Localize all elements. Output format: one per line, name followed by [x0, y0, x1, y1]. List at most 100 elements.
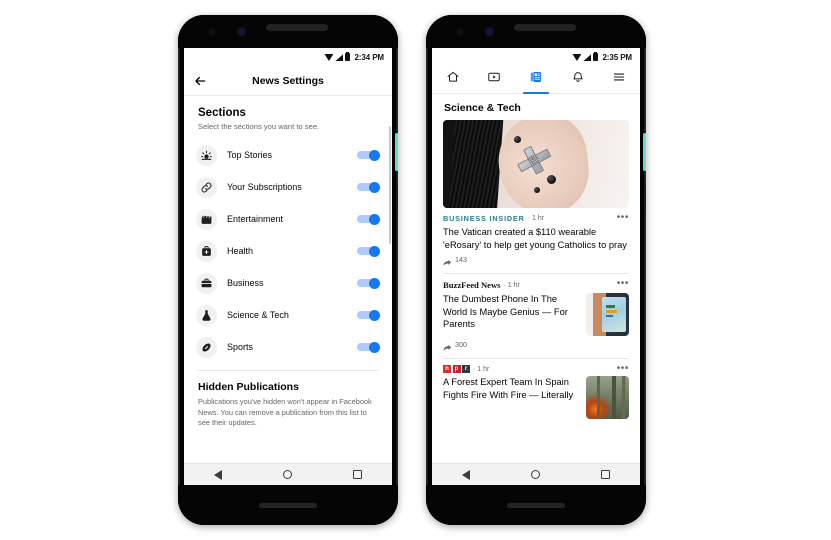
volume-button[interactable]	[396, 185, 398, 211]
top-stories-icon	[196, 144, 217, 166]
hero-sleeve	[448, 120, 505, 208]
news-feed[interactable]: BUSINESS INSIDER · 1 hr ••• The Vatican …	[432, 120, 640, 463]
more-options-icon[interactable]: •••	[617, 213, 629, 223]
section-toggle-top-stories[interactable]	[357, 149, 380, 161]
section-row-health[interactable]: Health	[184, 235, 392, 267]
power-button[interactable]	[395, 133, 398, 171]
power-button[interactable]	[643, 133, 646, 171]
section-row-sports[interactable]: Sports	[184, 331, 392, 363]
home-circle-icon[interactable]	[282, 470, 292, 479]
npr-letter-r: r	[462, 365, 470, 374]
section-row-business[interactable]: Business	[184, 267, 392, 299]
more-options-icon[interactable]: •••	[617, 364, 629, 374]
hamburger-icon	[612, 70, 626, 89]
sensor-icon	[210, 30, 214, 34]
section-row-top-stories[interactable]: Top Stories	[184, 139, 392, 171]
sections-header: Sections Select the sections you want to…	[184, 96, 392, 133]
section-toggle-sports[interactable]	[357, 341, 380, 353]
status-icons	[572, 51, 599, 61]
home-circle-icon[interactable]	[530, 470, 540, 479]
article-thumbnail[interactable]	[586, 376, 629, 420]
phone-left-screen: 2:34 PM News Settings Sections Select th…	[184, 48, 392, 485]
article-time: · 1 hr	[473, 365, 490, 373]
section-label: Health	[227, 246, 254, 256]
article-card[interactable]: n p r · 1 hr ••• A Forest Expert Team In…	[432, 359, 640, 424]
toggle-knob	[369, 149, 380, 161]
flask-icon	[196, 304, 217, 326]
bell-icon	[571, 70, 585, 89]
section-row-entertainment[interactable]: Entertainment	[184, 203, 392, 235]
article-card[interactable]: BuzzFeed News · 1 hr ••• The Dumbest Pho…	[432, 274, 640, 354]
sections-list: Top Stories Your Subscriptions Entertain…	[184, 133, 392, 363]
front-camera-icon	[486, 28, 493, 35]
article-title[interactable]: The Vatican created a $110 wearable 'eRo…	[443, 226, 629, 251]
wifi-icon	[572, 54, 582, 61]
front-camera-icon	[238, 28, 245, 35]
toggle-knob	[369, 277, 380, 289]
section-toggle-your-subscriptions[interactable]	[357, 181, 380, 193]
share-count: 300	[455, 340, 467, 350]
article-meta: BuzzFeed News · 1 hr •••	[443, 279, 629, 291]
sections-subtitle: Select the sections you want to see.	[198, 122, 320, 131]
home-tab[interactable]	[432, 66, 474, 93]
article-title[interactable]: The Dumbest Phone In The World Is Maybe …	[443, 293, 579, 331]
sensor-icon	[458, 30, 462, 34]
article-hero-image[interactable]	[443, 120, 629, 208]
section-toggle-business[interactable]	[357, 277, 380, 289]
earpiece-speaker	[514, 24, 576, 31]
back-triangle-icon[interactable]	[214, 469, 223, 480]
section-label: Science & Tech	[227, 310, 289, 320]
article-source[interactable]: n p r	[443, 365, 470, 374]
article-title[interactable]: A Forest Expert Team In Spain Fights Fir…	[443, 376, 579, 401]
section-row-science-tech[interactable]: Science & Tech	[184, 299, 392, 331]
notifications-tab[interactable]	[557, 66, 599, 93]
article-shares: 300	[443, 340, 629, 351]
watch-tab[interactable]	[474, 66, 516, 93]
signal-icon	[335, 54, 344, 61]
hero-bead	[547, 174, 557, 184]
article-row: The Vatican created a $110 wearable 'eRo…	[443, 223, 629, 251]
section-toggle-entertainment[interactable]	[357, 213, 380, 225]
football-icon	[196, 336, 217, 358]
article-thumbnail[interactable]	[586, 293, 629, 337]
news-tab[interactable]	[515, 66, 557, 94]
phone-bottom-bezel	[178, 485, 398, 525]
hero-bead	[534, 186, 541, 193]
scrollbar[interactable]	[388, 126, 391, 244]
android-nav-bar	[432, 463, 640, 485]
phone-top-bezel	[178, 15, 398, 48]
thumbnail-screen-text	[606, 305, 622, 318]
volume-button[interactable]	[644, 185, 646, 211]
share-icon	[443, 340, 452, 351]
article-card[interactable]: BUSINESS INSIDER · 1 hr ••• The Vatican …	[432, 208, 640, 269]
briefcase-icon	[196, 272, 217, 294]
medical-bag-icon	[196, 240, 217, 262]
section-row-your-subscriptions[interactable]: Your Subscriptions	[184, 171, 392, 203]
video-icon	[487, 70, 501, 89]
active-tab-indicator	[522, 91, 550, 94]
more-options-icon[interactable]: •••	[617, 279, 629, 289]
status-time: 2:34 PM	[354, 52, 384, 62]
recents-square-icon[interactable]	[600, 470, 610, 479]
article-shares: 143	[443, 255, 629, 266]
bottom-speaker	[259, 503, 317, 508]
article-source[interactable]: BUSINESS INSIDER	[443, 214, 525, 223]
article-source[interactable]: BuzzFeed News	[443, 280, 501, 290]
wifi-icon	[324, 54, 334, 61]
section-toggle-science-tech[interactable]	[357, 309, 380, 321]
hidden-publications-text: Publications you've hidden won't appear …	[198, 397, 372, 428]
npr-letter-n: n	[443, 365, 451, 374]
phone-top-bezel	[426, 15, 646, 48]
back-arrow-icon[interactable]	[193, 74, 207, 88]
npr-letter-p: p	[452, 365, 461, 374]
phone-left-news-settings: 2:34 PM News Settings Sections Select th…	[178, 15, 398, 525]
article-row: A Forest Expert Team In Spain Fights Fir…	[443, 373, 629, 420]
app-bar: News Settings	[184, 66, 392, 96]
status-time: 2:35 PM	[602, 52, 632, 62]
signal-icon	[583, 54, 592, 61]
menu-tab[interactable]	[598, 66, 640, 93]
section-toggle-health[interactable]	[357, 245, 380, 257]
back-triangle-icon[interactable]	[462, 469, 471, 480]
article-meta: BUSINESS INSIDER · 1 hr •••	[443, 213, 629, 224]
recents-square-icon[interactable]	[352, 470, 362, 479]
